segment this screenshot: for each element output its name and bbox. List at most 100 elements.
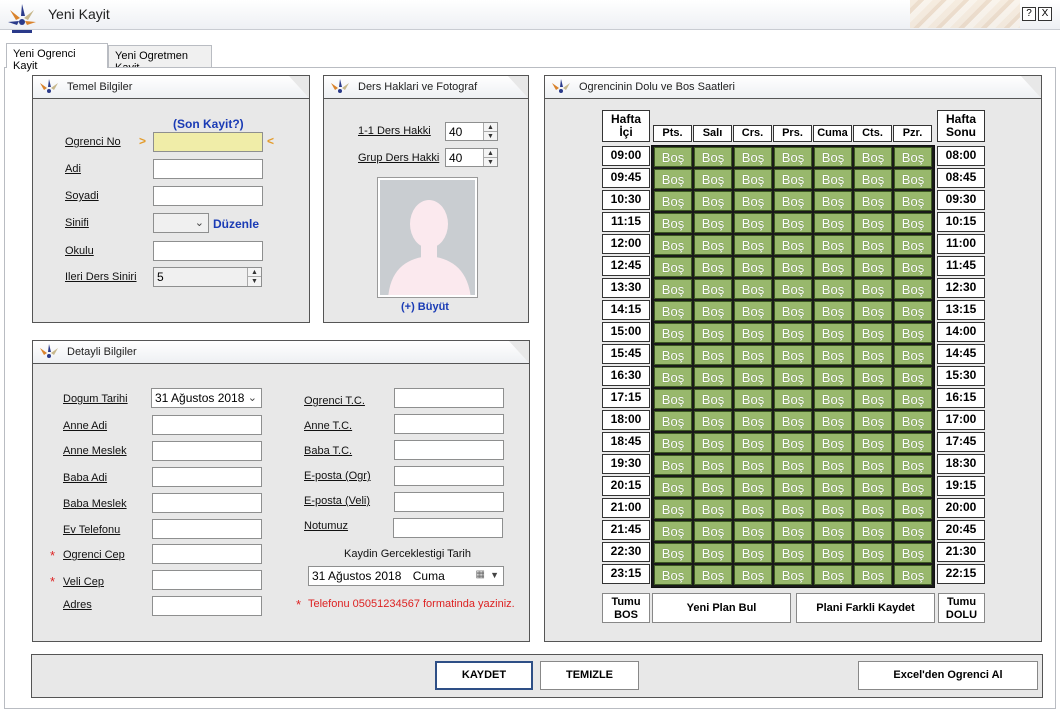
- ev-telefonu-input[interactable]: [152, 519, 262, 539]
- schedule-slot[interactable]: Boş: [734, 213, 772, 233]
- schedule-slot[interactable]: Boş: [894, 323, 932, 343]
- schedule-slot[interactable]: Boş: [694, 257, 732, 277]
- spin-up-icon[interactable]: ▲: [248, 268, 261, 277]
- anne-adi-input[interactable]: [152, 415, 262, 435]
- schedule-slot[interactable]: Boş: [774, 499, 812, 519]
- schedule-slot[interactable]: Boş: [734, 389, 772, 409]
- spin-down-icon[interactable]: ▼: [484, 132, 497, 141]
- schedule-slot[interactable]: Boş: [734, 433, 772, 453]
- schedule-slot[interactable]: Boş: [654, 543, 692, 563]
- schedule-slot[interactable]: Boş: [734, 147, 772, 167]
- spinner-arrows[interactable]: ▲ ▼: [247, 268, 261, 286]
- ogrenci-cep-input[interactable]: [152, 544, 262, 564]
- spinner-arrows[interactable]: ▲ ▼: [483, 149, 497, 166]
- schedule-slot[interactable]: Boş: [854, 235, 892, 255]
- temizle-button[interactable]: TEMIZLE: [540, 661, 639, 690]
- schedule-slot[interactable]: Boş: [654, 279, 692, 299]
- schedule-slot[interactable]: Boş: [774, 543, 812, 563]
- kayit-tarih-picker[interactable]: 31 Ağustos 2018 Cuma ▦ ▼: [308, 566, 504, 586]
- schedule-slot[interactable]: Boş: [694, 301, 732, 321]
- schedule-slot[interactable]: Boş: [774, 433, 812, 453]
- schedule-slot[interactable]: Boş: [854, 345, 892, 365]
- schedule-slot[interactable]: Boş: [814, 499, 852, 519]
- schedule-slot[interactable]: Boş: [814, 257, 852, 277]
- schedule-slot[interactable]: Boş: [654, 477, 692, 497]
- schedule-slot[interactable]: Boş: [894, 301, 932, 321]
- schedule-slot[interactable]: Boş: [894, 235, 932, 255]
- schedule-slot[interactable]: Boş: [854, 543, 892, 563]
- ileri-ders-stepper[interactable]: 5 ▲ ▼: [153, 267, 262, 287]
- schedule-slot[interactable]: Boş: [734, 279, 772, 299]
- schedule-slot[interactable]: Boş: [654, 367, 692, 387]
- schedule-slot[interactable]: Boş: [654, 323, 692, 343]
- schedule-slot[interactable]: Boş: [654, 169, 692, 189]
- schedule-slot[interactable]: Boş: [854, 147, 892, 167]
- baba-adi-input[interactable]: [152, 467, 262, 487]
- schedule-slot[interactable]: Boş: [774, 323, 812, 343]
- anne-tc-input[interactable]: [394, 414, 504, 434]
- schedule-slot[interactable]: Boş: [734, 169, 772, 189]
- schedule-slot[interactable]: Boş: [814, 169, 852, 189]
- schedule-slot[interactable]: Boş: [654, 257, 692, 277]
- schedule-slot[interactable]: Boş: [694, 345, 732, 365]
- spin-down-icon[interactable]: ▼: [248, 277, 261, 286]
- schedule-slot[interactable]: Boş: [814, 213, 852, 233]
- schedule-slot[interactable]: Boş: [894, 477, 932, 497]
- schedule-slot[interactable]: Boş: [694, 411, 732, 431]
- schedule-slot[interactable]: Boş: [694, 389, 732, 409]
- schedule-slot[interactable]: Boş: [814, 279, 852, 299]
- schedule-slot[interactable]: Boş: [694, 521, 732, 541]
- schedule-slot[interactable]: Boş: [734, 345, 772, 365]
- schedule-slot[interactable]: Boş: [734, 323, 772, 343]
- birebir-stepper[interactable]: 40 ▲ ▼: [445, 122, 498, 141]
- schedule-slot[interactable]: Boş: [854, 257, 892, 277]
- schedule-slot[interactable]: Boş: [774, 455, 812, 475]
- eposta-ogr-input[interactable]: [394, 466, 504, 486]
- schedule-slot[interactable]: Boş: [854, 213, 892, 233]
- soyadi-input[interactable]: [153, 186, 263, 206]
- schedule-slot[interactable]: Boş: [774, 411, 812, 431]
- student-photo[interactable]: [377, 177, 478, 298]
- schedule-slot[interactable]: Boş: [734, 499, 772, 519]
- schedule-slot[interactable]: Boş: [694, 499, 732, 519]
- spinner-arrows[interactable]: ▲ ▼: [483, 123, 497, 140]
- schedule-slot[interactable]: Boş: [894, 367, 932, 387]
- kaydet-button[interactable]: KAYDET: [435, 661, 533, 690]
- schedule-slot[interactable]: Boş: [774, 477, 812, 497]
- schedule-slot[interactable]: Boş: [694, 213, 732, 233]
- yeni-plan-button[interactable]: Yeni Plan Bul: [652, 593, 791, 623]
- veli-cep-input[interactable]: [152, 570, 262, 590]
- schedule-slot[interactable]: Boş: [854, 323, 892, 343]
- schedule-slot[interactable]: Boş: [814, 301, 852, 321]
- eposta-veli-input[interactable]: [394, 492, 504, 512]
- spin-up-icon[interactable]: ▲: [484, 149, 497, 158]
- schedule-slot[interactable]: Boş: [734, 411, 772, 431]
- schedule-slot[interactable]: Boş: [814, 235, 852, 255]
- schedule-slot[interactable]: Boş: [854, 279, 892, 299]
- schedule-slot[interactable]: Boş: [694, 455, 732, 475]
- schedule-slot[interactable]: Boş: [894, 257, 932, 277]
- schedule-slot[interactable]: Boş: [814, 543, 852, 563]
- schedule-slot[interactable]: Boş: [694, 367, 732, 387]
- schedule-slot[interactable]: Boş: [654, 147, 692, 167]
- tab-yeni-ogrenci[interactable]: Yeni Ogrenci Kayit: [6, 43, 108, 72]
- schedule-slot[interactable]: Boş: [854, 433, 892, 453]
- schedule-slot[interactable]: Boş: [774, 213, 812, 233]
- schedule-slot[interactable]: Boş: [654, 191, 692, 211]
- help-button[interactable]: ?: [1022, 7, 1036, 21]
- schedule-slot[interactable]: Boş: [854, 389, 892, 409]
- schedule-slot[interactable]: Boş: [774, 147, 812, 167]
- schedule-slot[interactable]: Boş: [854, 477, 892, 497]
- schedule-slot[interactable]: Boş: [734, 543, 772, 563]
- schedule-slot[interactable]: Boş: [894, 411, 932, 431]
- sinifi-select[interactable]: ⌄: [153, 213, 209, 233]
- notumuz-input[interactable]: [393, 518, 503, 538]
- duzenle-link[interactable]: Düzenle: [213, 217, 259, 231]
- buyut-link[interactable]: (+) Büyüt: [401, 301, 449, 313]
- schedule-slot[interactable]: Boş: [814, 433, 852, 453]
- schedule-slot[interactable]: Boş: [894, 433, 932, 453]
- schedule-slot[interactable]: Boş: [814, 411, 852, 431]
- okulu-input[interactable]: [153, 241, 263, 261]
- schedule-slot[interactable]: Boş: [654, 455, 692, 475]
- schedule-slot[interactable]: Boş: [734, 477, 772, 497]
